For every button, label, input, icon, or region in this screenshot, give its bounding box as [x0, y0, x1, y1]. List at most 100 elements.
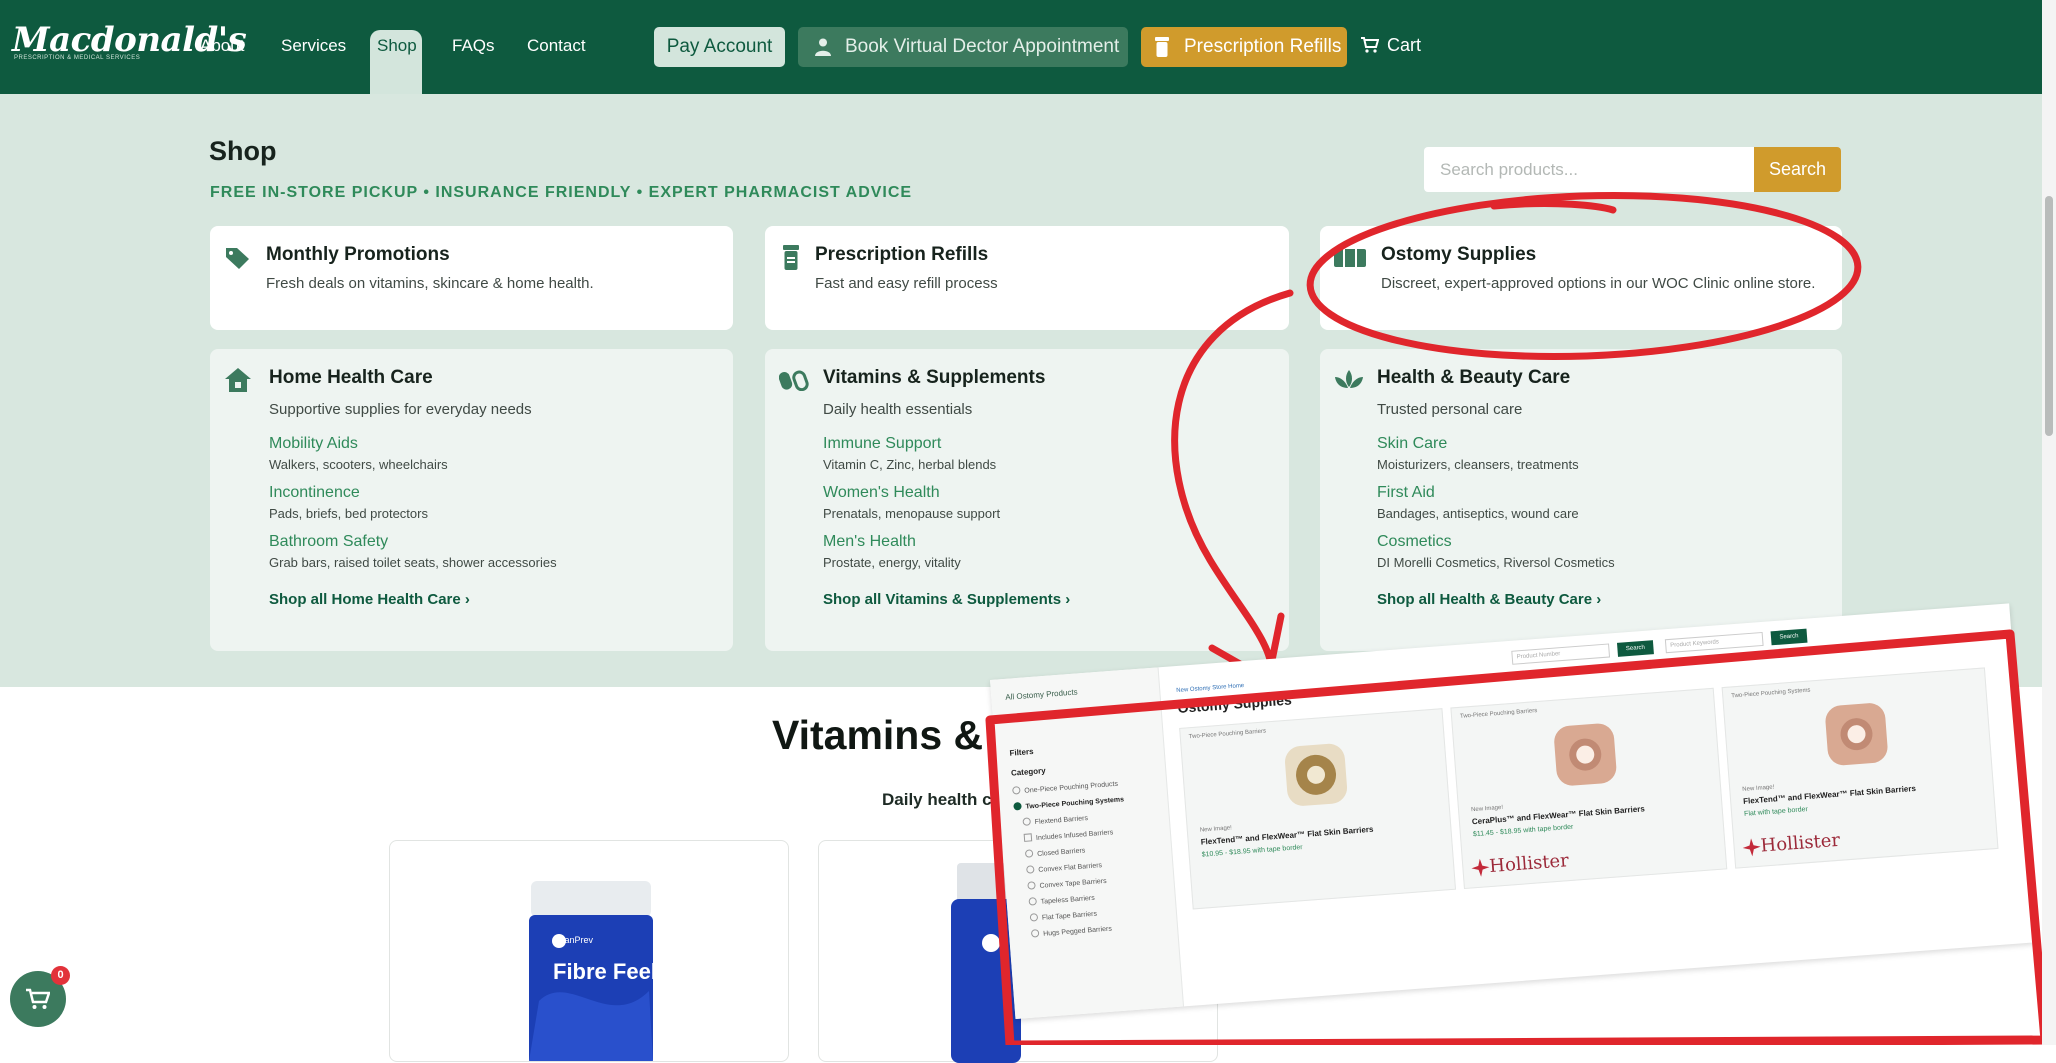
- inset-category-item[interactable]: Includes Infused Barriers: [1023, 827, 1113, 843]
- inset-category-item[interactable]: Tapeless Barriers: [1028, 893, 1095, 907]
- sublink-desc: Walkers, scooters, wheelchairs: [269, 457, 448, 472]
- promo-card-refills[interactable]: Prescription Refills Fast and easy refil…: [765, 226, 1289, 330]
- sublink-immune-support[interactable]: Immune Support: [823, 435, 941, 453]
- sublink-mens-health[interactable]: Men's Health: [823, 533, 916, 551]
- ostomy-barrier-image: [1285, 743, 1348, 806]
- inset-category-item[interactable]: Hugs Pegged Barriers: [1030, 924, 1113, 939]
- sublink-skin-care[interactable]: Skin Care: [1377, 435, 1447, 453]
- sublink-first-aid[interactable]: First Aid: [1377, 484, 1435, 502]
- promo-card-ostomy[interactable]: Ostomy Supplies Discreet, expert-approve…: [1320, 226, 1842, 330]
- section-subtitle: Daily health c: [882, 790, 992, 809]
- inset-product-card[interactable]: Two-Piece Pouching Barriers New Image! F…: [1179, 708, 1457, 910]
- inset-category: Category: [1010, 766, 1046, 778]
- sublink-cosmetics[interactable]: Cosmetics: [1377, 533, 1452, 551]
- book-virtual-appointment-button[interactable]: Book Virtual Dector Appointment: [798, 27, 1128, 67]
- product-card[interactable]: CanPrev Fibre Feel: [389, 840, 789, 1062]
- capsule-icon: [779, 370, 809, 391]
- nav-link-shop[interactable]: Shop: [377, 36, 417, 56]
- inset-keywords-input[interactable]: Product Keywords: [1664, 631, 1764, 654]
- card-desc: Discreet, expert-approved options in our…: [1381, 275, 1816, 292]
- inset-filters: Filters: [1009, 746, 1034, 758]
- cart-icon: [26, 988, 50, 1009]
- prescription-refills-label: Prescription Refills: [1184, 36, 1342, 57]
- inset-category-item[interactable]: Convex Tape Barriers: [1027, 876, 1107, 891]
- inset-category-label: Hugs Pegged Barriers: [1042, 925, 1113, 938]
- promo-card-monthly[interactable]: Monthly Promotions Fresh deals on vitami…: [210, 226, 733, 330]
- nav-link-services[interactable]: Services: [281, 36, 346, 56]
- inset-category-item[interactable]: Flextend Barriers: [1022, 813, 1088, 827]
- shop-all-health-beauty-link[interactable]: Shop all Health & Beauty Care ›: [1377, 591, 1601, 608]
- inset-category-item[interactable]: Convex Flat Barriers: [1026, 860, 1102, 875]
- sublink-desc: Grab bars, raised toilet seats, shower a…: [269, 555, 557, 570]
- pay-account-button[interactable]: Pay Account: [654, 27, 785, 67]
- sublink-bathroom-safety[interactable]: Bathroom Safety: [269, 533, 388, 551]
- category-title: Health & Beauty Care: [1377, 367, 1571, 388]
- sublink-incontinence[interactable]: Incontinence: [269, 484, 360, 502]
- book-virtual-label: Book Virtual Dector Appointment: [845, 36, 1120, 57]
- cart-count-badge: 0: [51, 966, 70, 985]
- sublink-desc: Prenatals, menopause support: [823, 506, 1001, 521]
- inset-product-price: $11.45 - $18.95 with tape border: [1472, 823, 1574, 839]
- inset-category-label: Convex Tape Barriers: [1039, 877, 1107, 890]
- inset-title: Ostomy Supplies: [1177, 691, 1293, 716]
- inset-breadcrumb[interactable]: New Ostomy Store Home: [1176, 683, 1244, 694]
- nav-link-about[interactable]: About: [200, 36, 244, 56]
- inset-product-flag: New Image!: [1470, 804, 1504, 814]
- shop-all-vitamins-link[interactable]: Shop all Vitamins & Supplements ›: [823, 591, 1070, 608]
- inset-category-label: Tapeless Barriers: [1040, 894, 1096, 906]
- search-button[interactable]: Search: [1754, 147, 1841, 192]
- inset-search-button[interactable]: Search: [1770, 628, 1808, 646]
- inset-product-number-input[interactable]: Product Number: [1511, 643, 1611, 665]
- inset-product-card[interactable]: Two-Piece Pouching Barriers New Image! C…: [1450, 687, 1728, 890]
- doctor-icon: [815, 38, 831, 56]
- sublink-desc: DI Morelli Cosmetics, Riversol Cosmetics: [1377, 555, 1615, 570]
- inset-category-item[interactable]: Flat Tape Barriers: [1029, 909, 1097, 923]
- card-title: Prescription Refills: [815, 244, 989, 265]
- hollister-star-icon: [1471, 858, 1490, 877]
- inset-product-flag: New Image!: [1199, 825, 1233, 834]
- inset-back-link[interactable]: All Ostomy Products: [1005, 687, 1078, 701]
- inset-product-flag: New Image!: [1742, 784, 1775, 793]
- inset-category-label: Two-Piece Pouching Systems: [1025, 796, 1125, 811]
- checkbox-icon: [1023, 833, 1033, 842]
- hollister-star-icon: [1742, 838, 1761, 857]
- inset-product-type: Two-Piece Pouching Systems: [1731, 687, 1811, 700]
- radio-icon: [1030, 929, 1040, 938]
- inset-category-item[interactable]: One-Piece Pouching Products: [1012, 779, 1118, 796]
- nav-link-contact[interactable]: Contact: [527, 36, 586, 56]
- top-navbar: Macdonald's PRESCRIPTION & MEDICAL SERVI…: [0, 0, 2042, 94]
- inset-product-type: Two-Piece Pouching Barriers: [1459, 708, 1538, 720]
- search-input[interactable]: [1424, 147, 1754, 192]
- page-title: Shop: [209, 136, 277, 166]
- shop-all-home-health-link[interactable]: Shop all Home Health Care ›: [269, 591, 470, 608]
- nav-link-faqs[interactable]: FAQs: [452, 36, 495, 56]
- category-card-vitamins: Vitamins & Supplements Daily health esse…: [765, 349, 1289, 651]
- inset-sidebar: All Ostomy Products Ostomy Shop Home Fil…: [990, 667, 1185, 1020]
- category-desc: Trusted personal care: [1377, 401, 1523, 418]
- sublink-desc: Pads, briefs, bed protectors: [269, 506, 428, 521]
- ostomy-barrier-image: [1554, 723, 1617, 786]
- sublink-womens-health[interactable]: Women's Health: [823, 484, 940, 502]
- inset-home-link[interactable]: Ostomy Shop Home: [1007, 707, 1080, 721]
- inset-search-button[interactable]: Search: [1616, 640, 1654, 657]
- home-icon: [225, 368, 251, 392]
- scrollbar-thumb[interactable]: [2045, 196, 2053, 436]
- inset-category-item[interactable]: Two-Piece Pouching Systems: [1013, 794, 1124, 811]
- inset-category-item[interactable]: Closed Barriers: [1024, 845, 1086, 858]
- category-card-home-health: Home Health Care Supportive supplies for…: [210, 349, 733, 651]
- product-label: Fibre Feel: [553, 959, 657, 984]
- scrollbar-track[interactable]: [2042, 0, 2056, 1045]
- brand-tagline: PRESCRIPTION & MEDICAL SERVICES: [14, 55, 141, 61]
- radio-icon: [1026, 865, 1035, 874]
- inset-product-card[interactable]: Two-Piece Pouching Systems New Image! Fl…: [1721, 667, 1999, 869]
- sublink-mobility-aids[interactable]: Mobility Aids: [269, 435, 358, 453]
- category-desc: Supportive supplies for everyday needs: [269, 401, 532, 418]
- cart-icon: [1361, 37, 1379, 53]
- card-desc: Fast and easy refill process: [815, 275, 998, 292]
- cart-label: Cart: [1387, 35, 1422, 55]
- pill-bottle-icon: [783, 245, 799, 270]
- radio-icon: [1024, 849, 1034, 858]
- category-desc: Daily health essentials: [823, 401, 973, 418]
- lotus-icon: [1335, 370, 1363, 388]
- prescription-refills-button[interactable]: Prescription Refills: [1141, 27, 1347, 67]
